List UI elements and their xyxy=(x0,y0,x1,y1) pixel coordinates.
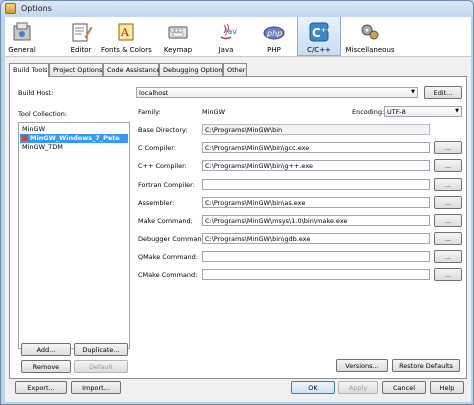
fonts-colors-icon: A xyxy=(118,23,134,41)
add-collection-button[interactable]: Add... xyxy=(21,343,71,356)
chevron-down-icon: ▼ xyxy=(455,108,459,114)
app-icon xyxy=(5,3,16,14)
category-keymap[interactable]: Keymap xyxy=(161,17,195,56)
export-button[interactable]: Export... xyxy=(15,381,67,394)
family-label: Family: xyxy=(138,108,161,116)
qmake-command-label: QMake Command: xyxy=(138,253,198,261)
svg-text:Java: Java xyxy=(224,27,237,36)
tab-debugging-options[interactable]: Debugging Options xyxy=(159,63,226,76)
category-toolbar: General Editor A Fonts & Colors Keymap J… xyxy=(5,17,471,57)
build-host-label: Build Host: xyxy=(18,89,54,97)
svg-text:php: php xyxy=(266,29,282,38)
make-command-label: Make Command: xyxy=(138,217,193,225)
make-command-field[interactable]: C:\Programs\MinGW\msys\1.0\bin\make.exe xyxy=(202,215,430,226)
import-button[interactable]: Import... xyxy=(71,381,121,394)
category-editor[interactable]: Editor xyxy=(67,17,95,56)
remove-collection-button[interactable]: Remove xyxy=(21,360,71,373)
tab-code-assistance[interactable]: Code Assistance xyxy=(103,63,160,76)
build-host-select[interactable]: localhost ▼ xyxy=(136,87,418,98)
fortran-compiler-field[interactable] xyxy=(202,179,430,190)
list-item-mingw-tdm[interactable]: MinGW_TDM xyxy=(20,143,128,152)
tool-collection-label: Tool Collection: xyxy=(18,110,68,118)
list-item-mingw-windows-7-pete[interactable]: MinGW_Windows_7_Pete xyxy=(20,134,128,143)
fortran-compiler-browse-button[interactable]: ... xyxy=(434,178,462,191)
svg-text:++: ++ xyxy=(321,27,330,34)
chevron-down-icon: ▼ xyxy=(411,89,415,95)
restore-defaults-button[interactable]: Restore Defaults xyxy=(392,359,460,372)
c-compiler-browse-button[interactable]: ... xyxy=(434,141,462,154)
category-php[interactable]: php PHP xyxy=(257,17,291,56)
category-general[interactable]: General xyxy=(5,17,39,56)
default-collection-button[interactable]: Default xyxy=(74,360,128,373)
encoding-label: Encoding: xyxy=(352,108,385,116)
category-c-cpp[interactable]: C ++ C/C++ xyxy=(297,17,341,56)
options-content: General Editor A Fonts & Colors Keymap J… xyxy=(5,17,471,402)
list-item-mingw[interactable]: MinGW xyxy=(20,125,128,134)
ok-button[interactable]: OK xyxy=(291,381,335,394)
java-icon: Java xyxy=(220,23,237,40)
debugger-command-browse-button[interactable]: ... xyxy=(434,232,462,245)
title-bar[interactable]: Options xyxy=(1,1,473,17)
miscellaneous-icon xyxy=(361,24,379,40)
cpp-compiler-label: C++ Compiler: xyxy=(138,162,187,170)
keymap-icon xyxy=(168,26,188,39)
c-cpp-icon: C ++ xyxy=(309,22,330,42)
c-compiler-field[interactable]: C:\Programs\MinGW\bin\gcc.exe xyxy=(202,142,430,153)
tool-collection-list[interactable]: MinGW MinGW_Windows_7_Pete MinGW_TDM xyxy=(18,122,130,349)
editor-icon xyxy=(72,23,92,42)
base-directory-label: Base Directory: xyxy=(138,126,188,134)
apply-button[interactable]: Apply xyxy=(338,381,378,394)
default-marker-icon xyxy=(22,135,28,141)
general-icon xyxy=(13,22,31,41)
php-icon: php xyxy=(263,26,285,40)
category-java[interactable]: Java Java xyxy=(209,17,243,56)
encoding-select[interactable]: UTF-8 ▼ xyxy=(384,106,462,117)
options-window: Options General Editor A Fonts & Colors … xyxy=(0,0,474,405)
category-miscellaneous[interactable]: Miscellaneous xyxy=(343,17,397,56)
help-button[interactable]: Help xyxy=(430,381,464,394)
family-value: MinGW xyxy=(202,108,225,116)
c-compiler-label: C Compiler: xyxy=(138,144,176,152)
cmake-command-browse-button[interactable]: ... xyxy=(434,268,462,281)
cmake-command-field[interactable] xyxy=(202,269,430,280)
assembler-label: Assembler: xyxy=(138,199,175,207)
cmake-command-label: CMake Command: xyxy=(138,271,198,279)
svg-text:C: C xyxy=(312,26,321,40)
tab-other[interactable]: Other xyxy=(223,63,247,76)
build-tools-panel: Build Host: localhost ▼ Edit... Tool Col… xyxy=(9,76,467,379)
debugger-command-label: Debugger Command: xyxy=(138,235,208,243)
svg-text:A: A xyxy=(120,26,130,39)
assembler-field[interactable]: C:\Programs\MinGW\bin\as.exe xyxy=(202,197,430,208)
edit-host-button[interactable]: Edit... xyxy=(424,86,462,99)
versions-button[interactable]: Versions... xyxy=(336,359,388,372)
tab-project-options[interactable]: Project Options xyxy=(49,63,103,76)
assembler-browse-button[interactable]: ... xyxy=(434,196,462,209)
debugger-command-field[interactable]: C:\Programs\MinGW\bin\gdb.exe xyxy=(202,233,430,244)
fortran-compiler-label: Fortran Compiler: xyxy=(138,181,195,189)
qmake-command-browse-button[interactable]: ... xyxy=(434,250,462,263)
duplicate-collection-button[interactable]: Duplicate... xyxy=(74,343,128,356)
tab-build-tools[interactable]: Build Tools xyxy=(9,63,49,77)
qmake-command-field[interactable] xyxy=(202,251,430,262)
cpp-compiler-field[interactable]: C:\Programs\MinGW\bin\g++.exe xyxy=(202,160,430,171)
base-directory-field[interactable]: C:\Programs\MinGW\bin xyxy=(202,124,430,135)
category-fonts-colors[interactable]: A Fonts & Colors xyxy=(101,17,152,56)
window-title: Options xyxy=(21,4,52,13)
make-command-browse-button[interactable]: ... xyxy=(434,214,462,227)
cpp-compiler-browse-button[interactable]: ... xyxy=(434,159,462,172)
cancel-button[interactable]: Cancel xyxy=(382,381,426,394)
